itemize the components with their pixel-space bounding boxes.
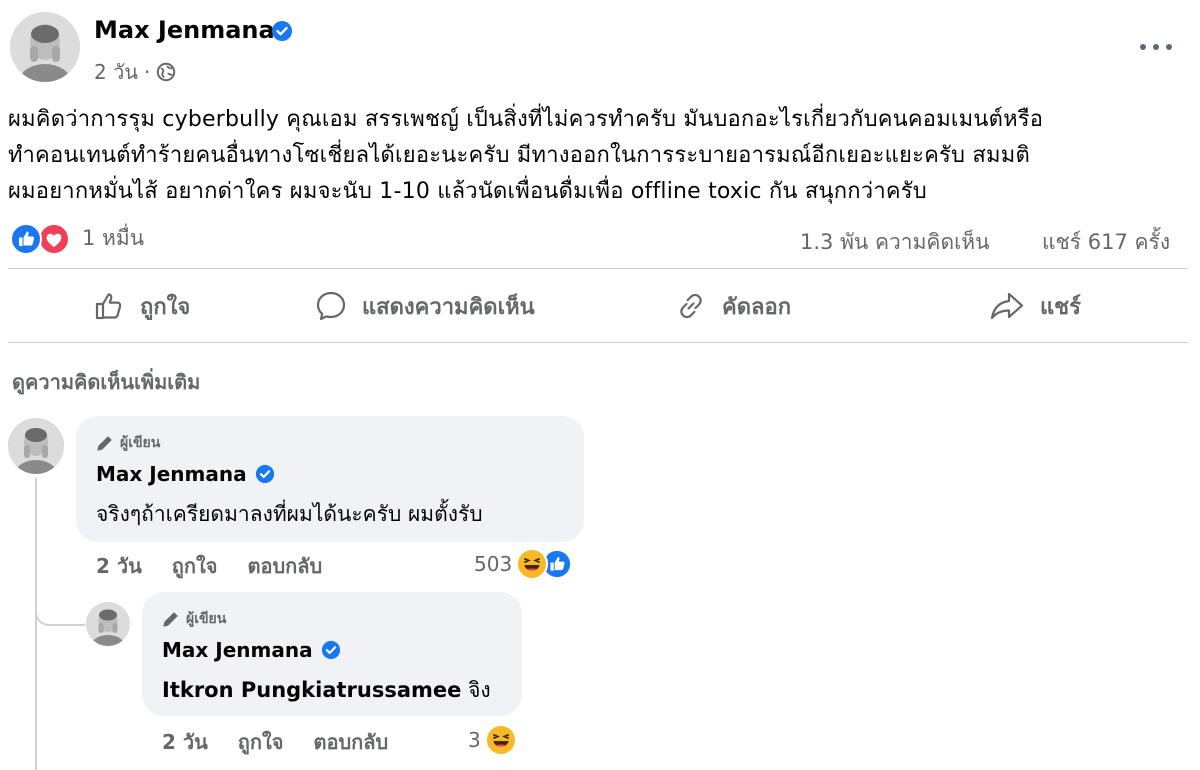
reply-text-body: จิง (468, 678, 491, 702)
author-tag: ผู้เขียน (162, 608, 226, 630)
like-reaction-icon (10, 222, 42, 255)
like-button[interactable]: ถูกใจ (92, 286, 190, 326)
post-author-name[interactable]: Max Jenmana (94, 16, 275, 44)
reply-author-name[interactable]: Max Jenmana (162, 638, 341, 662)
verified-badge-icon (321, 640, 341, 660)
reply-actions: 2 วัน ถูกใจ ตอบกลับ (162, 726, 388, 758)
haha-reaction-icon (484, 724, 517, 756)
love-reaction-icon (38, 222, 70, 255)
divider (8, 342, 1188, 343)
avatar-photo (8, 418, 64, 474)
comment-bubble: ผู้เขียน Max Jenmana จริงๆถ้าเครียดมาลงท… (76, 416, 584, 542)
post-meta: 2 วัน · (94, 56, 176, 88)
comment-reaction-count: 503 (474, 552, 513, 576)
copy-button-label: คัดลอก (722, 294, 792, 320)
comment-author-name[interactable]: Max Jenmana (96, 462, 275, 486)
reply-like-button[interactable]: ถูกใจ (238, 726, 284, 758)
comment-author-avatar[interactable] (8, 418, 64, 474)
reply-reply-button[interactable]: ตอบกลับ (313, 726, 388, 758)
comment-button-label: แสดงความคิดเห็น (362, 294, 535, 320)
reply-bubble: ผู้เขียน Max Jenmana Itkron Pungkiatruss… (142, 592, 522, 716)
pencil-icon (96, 434, 114, 452)
comment-reactions[interactable]: 503 (474, 548, 573, 580)
reply-reaction-count: 3 (468, 728, 481, 752)
post-timestamp[interactable]: 2 วัน (94, 56, 138, 88)
verified-badge-icon (271, 20, 293, 46)
meta-separator: · (143, 60, 151, 84)
reply-text: Itkron Pungkiatrussamee จิง (162, 674, 491, 707)
globe-icon (156, 62, 176, 82)
post-author-avatar[interactable] (10, 12, 80, 82)
like-thumb-icon (92, 289, 126, 323)
like-button-label: ถูกใจ (140, 294, 191, 320)
comment-bubble-icon (314, 289, 348, 323)
author-tag-label: ผู้เขียน (120, 435, 161, 451)
copy-button[interactable]: คัดลอก (674, 286, 791, 326)
comment-reply-button[interactable]: ตอบกลับ (247, 550, 322, 582)
thread-connector (35, 600, 85, 626)
comment-like-button[interactable]: ถูกใจ (172, 550, 218, 582)
view-more-comments-link[interactable]: ดูความคิดเห็นเพิ่มเติม (12, 366, 200, 398)
avatar-photo (10, 12, 80, 82)
author-tag: ผู้เขียน (96, 432, 160, 454)
haha-reaction-icon (516, 548, 549, 580)
more-options-icon[interactable] (1140, 38, 1172, 56)
reactions-count[interactable]: 1 หมื่น (82, 222, 144, 255)
reply-author-name-text[interactable]: Max Jenmana (162, 638, 313, 662)
comment-timestamp[interactable]: 2 วัน (96, 550, 142, 582)
pencil-icon (162, 610, 180, 628)
reply-reactions[interactable]: 3 (468, 724, 517, 756)
comment-actions: 2 วัน ถูกใจ ตอบกลับ (96, 550, 322, 582)
post-text-line: ผมอยากหมั่นไส้ อยากด่าใคร ผมจะนับ 1-10 แ… (8, 179, 927, 204)
comments-count[interactable]: 1.3 พัน ความคิดเห็น (800, 226, 989, 259)
reply-timestamp[interactable]: 2 วัน (162, 726, 208, 758)
shares-count[interactable]: แชร์ 617 ครั้ง (1042, 226, 1170, 259)
thread-line (35, 478, 37, 770)
reply-author-avatar[interactable] (86, 602, 130, 646)
comment-author-name-text[interactable]: Max Jenmana (96, 462, 247, 486)
mention-link[interactable]: Itkron Pungkiatrussamee (162, 678, 461, 702)
share-button-label: แชร์ (1040, 294, 1081, 320)
post-body: ผมคิดว่าการรุม cyberbully คุณเอม สรรเพชญ… (8, 102, 1193, 210)
share-arrow-icon (988, 289, 1026, 323)
post-text-line: ผมคิดว่าการรุม cyberbully คุณเอม สรรเพชญ… (8, 107, 1044, 132)
comment-text: จริงๆถ้าเครียดมาลงที่ผมได้นะครับ ผมตั้งร… (96, 502, 483, 526)
verified-badge-icon (255, 464, 275, 484)
divider (8, 268, 1188, 269)
post-text-line: ทำคอนเทนต์ทำร้ายคนอื่นทางโซเชี่ยลได้เยอะ… (8, 143, 1030, 168)
author-tag-label: ผู้เขียน (186, 611, 227, 627)
avatar-photo (86, 602, 130, 646)
reaction-summary[interactable]: 1 หมื่น (10, 222, 144, 255)
comment-button[interactable]: แสดงความคิดเห็น (314, 286, 535, 326)
link-icon (674, 289, 708, 323)
share-button[interactable]: แชร์ (988, 286, 1081, 326)
